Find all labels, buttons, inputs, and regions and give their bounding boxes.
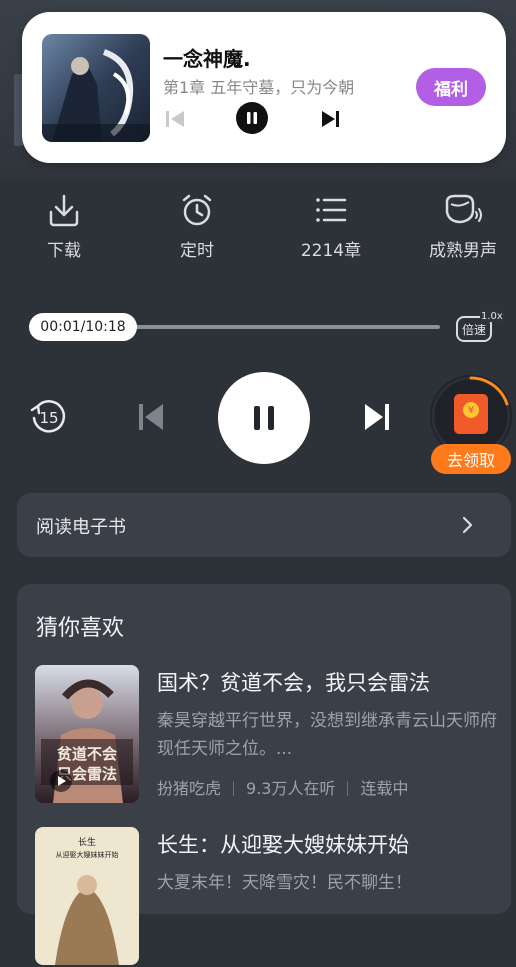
rewind-seconds: 15: [39, 409, 58, 427]
book-cover-image: 贫道不会 只会雷法: [35, 665, 139, 803]
book-cover-image: [42, 34, 150, 142]
speed-value: 1.0x: [480, 311, 504, 322]
alarm-clock-icon: [182, 194, 212, 226]
divider: [233, 781, 235, 796]
player-toolbar: 下载 定时 2214章 成熟男声: [0, 192, 516, 272]
svg-text:贫道不会: 贫道不会: [57, 745, 117, 763]
mini-player-card[interactable]: 一念神魔. 第1章 五年守墓，只为今朝 福利: [22, 12, 506, 163]
toolbar-chapters[interactable]: 2214章: [276, 192, 386, 261]
book-status: 连载中: [360, 779, 409, 798]
toolbar-download[interactable]: 下载: [9, 192, 119, 261]
book-title: 国术？贫道不会，我只会雷法: [157, 671, 430, 695]
progress-time-handle[interactable]: 00:01/10:18: [29, 313, 137, 341]
book-title: 长生：从迎娶大嫂妹妹开始: [157, 833, 409, 857]
toolbar-voice[interactable]: 成熟男声: [408, 192, 516, 261]
book-description: 秦昊穿越平行世界，没想到继承青云山天师府现任天师之位。...: [157, 711, 497, 759]
recommend-book-item[interactable]: 长生 从迎娶大嫂妹妹开始 长生：从迎娶大嫂妹妹开始 大夏末年！天降雪灾！民不聊生…: [35, 827, 505, 967]
voice-icon: [445, 194, 482, 224]
welfare-button[interactable]: 福利: [416, 68, 486, 106]
toolbar-timer-label: 定时: [180, 241, 214, 261]
svg-text:从迎娶大嫂妹妹开始: 从迎娶大嫂妹妹开始: [56, 850, 119, 859]
read-ebook-row[interactable]: 阅读电子书: [17, 493, 511, 557]
book-description: 大夏末年！天降雪灾！民不聊生！: [157, 873, 412, 893]
next-chapter-icon[interactable]: [364, 402, 390, 432]
pause-icon: [247, 112, 257, 124]
mini-next-icon[interactable]: [320, 108, 342, 130]
pause-icon: [254, 406, 274, 430]
recommend-section: 猜你喜欢 贫道不会 只会雷法 国术？贫道不会，我只会雷法 秦昊穿越平行世界，没想…: [17, 584, 511, 965]
red-envelope-icon: ¥: [454, 394, 488, 434]
download-icon: [49, 194, 79, 227]
toolbar-chapters-label: 2214章: [300, 241, 362, 261]
book-listeners: 9.3万人在听: [246, 779, 336, 798]
toolbar-timer[interactable]: 定时: [142, 192, 252, 261]
mini-player-title: 一念神魔.: [163, 47, 251, 71]
chapter-list-icon: [316, 198, 347, 222]
divider: [347, 781, 349, 796]
play-icon[interactable]: [49, 769, 73, 793]
book-cover-image: 长生 从迎娶大嫂妹妹开始: [35, 827, 139, 965]
mini-previous-icon[interactable]: [164, 108, 186, 130]
coin-icon: ¥: [463, 402, 479, 418]
svg-text:长生: 长生: [78, 836, 96, 848]
read-ebook-label: 阅读电子书: [36, 517, 126, 538]
play-pause-button[interactable]: [218, 372, 310, 464]
mini-pause-button[interactable]: [236, 102, 268, 134]
claim-reward-button[interactable]: 去领取: [431, 444, 511, 474]
playback-speed-button[interactable]: 倍速 1.0x: [456, 311, 504, 346]
toolbar-voice-label: 成熟男声: [429, 241, 497, 261]
rewind-15-icon[interactable]: 15: [28, 396, 70, 438]
book-meta: 扮猪吃虎 9.3万人在听 连载中: [157, 775, 408, 799]
recommend-book-item[interactable]: 贫道不会 只会雷法 国术？贫道不会，我只会雷法 秦昊穿越平行世界，没想到继承青云…: [35, 665, 505, 805]
recommend-title: 猜你喜欢: [36, 616, 125, 641]
chevron-right-icon: [462, 516, 473, 534]
toolbar-download-label: 下载: [47, 241, 81, 261]
mini-player-chapter: 第1章 五年守墓，只为今朝: [163, 78, 355, 97]
book-tag: 扮猪吃虎: [157, 779, 222, 798]
previous-chapter-icon[interactable]: [138, 402, 164, 432]
